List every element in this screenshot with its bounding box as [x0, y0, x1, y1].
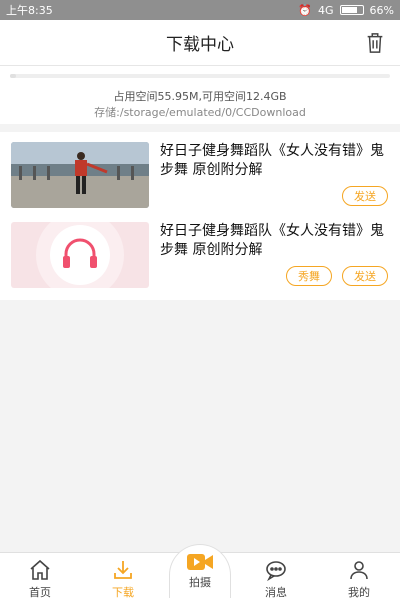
video-camera-icon	[187, 554, 213, 570]
headphones-audio-thumbnail[interactable]	[11, 222, 149, 288]
tab-label: 首页	[29, 586, 51, 599]
battery-icon	[339, 5, 364, 15]
tab-shoot[interactable]: 拍摄	[169, 544, 231, 598]
download-icon	[114, 561, 132, 579]
trash-icon[interactable]	[364, 31, 386, 55]
tab-mine[interactable]: 我的	[329, 553, 389, 600]
home-icon	[30, 559, 50, 580]
tab-messages[interactable]: 消息	[246, 553, 306, 600]
tab-label: 拍摄	[189, 576, 211, 589]
storage-bar	[10, 74, 390, 78]
page-title: 下载中心	[166, 35, 234, 55]
send-button[interactable]: 发送	[342, 186, 388, 206]
network-label: 4G	[318, 3, 334, 17]
dance-video-thumbnail[interactable]	[11, 142, 149, 208]
storage-path-text: 存储:/storage/emulated/0/CCDownload	[94, 106, 306, 119]
storage-info: 占用空间55.95M,可用空间12.4GB 存储:/storage/emulat…	[0, 66, 400, 124]
alarm-icon: ⏰	[298, 3, 313, 17]
storage-usage-text: 占用空间55.95M,可用空间12.4GB	[113, 90, 287, 103]
tab-download[interactable]: 下载	[93, 553, 153, 600]
send-button[interactable]: 发送	[342, 266, 388, 286]
download-item[interactable]: 好日子健身舞蹈队《女人没有错》鬼步舞 原创附分解 秀舞 发送	[0, 212, 400, 292]
download-title: 好日子健身舞蹈队《女人没有错》鬼步舞 原创附分解	[160, 143, 384, 178]
page-header: 下载中心	[0, 20, 400, 66]
tab-label: 我的	[348, 586, 370, 599]
download-item[interactable]: 好日子健身舞蹈队《女人没有错》鬼步舞 原创附分解 发送	[0, 132, 400, 212]
tab-home[interactable]: 首页	[10, 553, 70, 600]
status-bar: 上午8:35 ⏰ 4G 66%	[0, 0, 400, 20]
battery-percent: 66%	[369, 3, 394, 17]
tab-label: 下载	[112, 586, 134, 599]
message-icon	[266, 561, 286, 582]
user-icon	[350, 561, 368, 580]
show-dance-button[interactable]: 秀舞	[286, 266, 332, 286]
status-time: 上午8:35	[6, 4, 53, 17]
download-title: 好日子健身舞蹈队《女人没有错》鬼步舞 原创附分解	[160, 223, 384, 258]
tab-label: 消息	[265, 586, 287, 599]
download-list: 好日子健身舞蹈队《女人没有错》鬼步舞 原创附分解 发送 好日子健身舞蹈队《女人没…	[0, 132, 400, 300]
